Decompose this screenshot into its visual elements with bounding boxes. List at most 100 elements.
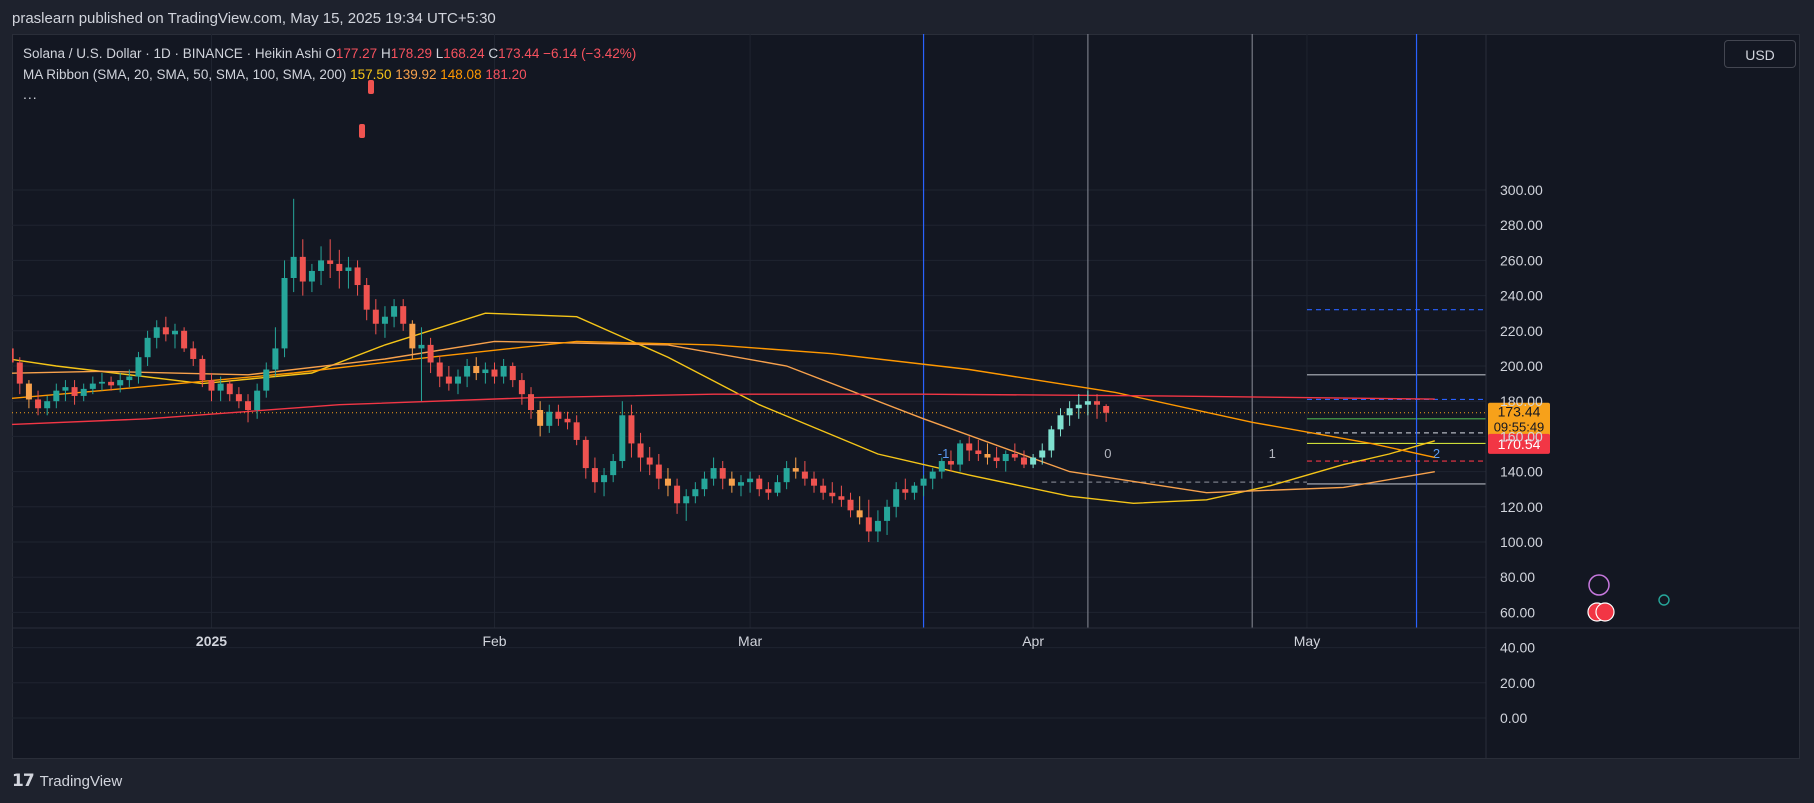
ma-ribbon-label[interactable]: MA Ribbon (SMA, 20, SMA, 50, SMA, 100, S… [23, 67, 346, 82]
candle-body [1002, 454, 1009, 462]
candle-body [153, 327, 160, 338]
legend-more-button[interactable]: ... [23, 86, 38, 102]
y-tick-label: 140.00 [1500, 464, 1543, 480]
low-value: 168.24 [443, 46, 485, 61]
y-tick-label: 100.00 [1500, 534, 1543, 550]
candle-body [44, 401, 51, 409]
candle-body [674, 485, 681, 504]
candle-body [966, 443, 973, 451]
candle-body [35, 399, 42, 409]
candle-body [984, 454, 991, 458]
price-axis: 0.00 20.00 40.00 60.00 80.00 100.00 120.00 140.… [1485, 34, 1543, 759]
y-tick-label: 180.00 [1500, 393, 1543, 409]
candle-body [591, 468, 598, 483]
change-value: −6.14 (−3.42%) [543, 46, 637, 61]
candle-body [372, 309, 379, 324]
y-tick-label: 80.00 [1500, 569, 1535, 585]
candle-body [884, 506, 891, 521]
candle-body [518, 380, 525, 395]
candle-body [25, 383, 32, 400]
tradingview-brand[interactable]: 𝟭𝟳 TradingView [12, 771, 122, 791]
us-flag-event-icon[interactable] [1595, 602, 1615, 622]
candle-body [655, 464, 662, 479]
candle-body [108, 381, 115, 386]
candles [12, 198, 1110, 542]
candle-body [1066, 408, 1073, 416]
candle-body [1030, 457, 1037, 465]
candle-body [1084, 401, 1091, 405]
y-tick-label: 280.00 [1500, 217, 1543, 233]
y-tick-label: 160.00 [1500, 428, 1543, 444]
candle-body [601, 475, 608, 483]
symbol-name[interactable]: Solana / U.S. Dollar · 1D · BINANCE · He… [23, 46, 322, 61]
candle-body [619, 415, 626, 462]
y-tick-label: 200.00 [1500, 358, 1543, 374]
candle-body [308, 270, 315, 282]
y-tick-label: 20.00 [1500, 675, 1535, 691]
candle-body [1094, 401, 1101, 405]
candle-body [637, 443, 644, 458]
candle-body [1075, 404, 1082, 409]
candle-body [1103, 406, 1110, 413]
candle-body [391, 306, 398, 317]
candle-body [445, 376, 452, 384]
candle-body [12, 348, 14, 363]
candle-body [272, 348, 279, 370]
candle-body [263, 369, 270, 391]
open-value: 177.27 [335, 46, 378, 61]
candle-body [299, 256, 306, 282]
candle-body [683, 496, 690, 504]
price-chart[interactable]: -1 0 1 2 173.4409:55:49170.54 0.00 20.00 40.0… [12, 34, 1800, 759]
candle-body [920, 478, 927, 486]
candle-body [893, 489, 900, 507]
candle-body [418, 344, 425, 349]
candle-body [171, 330, 178, 335]
candle-body [874, 520, 881, 532]
x-tick-label: May [1294, 633, 1320, 649]
flag-marker-icon[interactable] [359, 124, 365, 138]
currency-button[interactable]: USD [1724, 40, 1796, 68]
open-label: O [325, 46, 336, 61]
candle-body [208, 380, 215, 391]
x-tick-label: Mar [738, 633, 762, 649]
candle-body [400, 306, 407, 324]
y-tick-label: 240.00 [1500, 288, 1543, 304]
candle-body [847, 499, 854, 511]
candle-body [318, 260, 325, 271]
candle-body [1057, 415, 1064, 430]
candle-body [117, 380, 124, 386]
session-icon[interactable] [1658, 594, 1670, 606]
candle-body [327, 260, 334, 264]
candle-body [564, 418, 571, 423]
lightning-event-icon[interactable] [1588, 574, 1610, 596]
candle-body [737, 482, 744, 486]
candle-body [582, 439, 589, 469]
tradingview-logo-icon: 𝟭𝟳 [12, 771, 35, 790]
x-tick-label: Feb [482, 633, 506, 649]
candle-body [710, 468, 717, 479]
candle-body [1020, 457, 1027, 465]
candle-body [555, 411, 562, 419]
candle-body [500, 366, 507, 377]
candle-body [53, 390, 60, 402]
x-tick-label: 2025 [196, 633, 227, 649]
candle-body [947, 461, 954, 465]
ma200-value: 181.20 [485, 67, 527, 82]
candle-body [573, 422, 580, 440]
cycle-label: 1 [1269, 446, 1276, 461]
candle-body [345, 267, 352, 271]
candle-body [774, 482, 781, 493]
candle-body [235, 394, 242, 402]
candle-body [436, 362, 443, 377]
candle-body [929, 471, 936, 479]
candle-body [62, 387, 69, 391]
candle-body [217, 383, 224, 391]
ma-line [12, 340, 1435, 459]
candle-body [938, 461, 945, 472]
candle-body [135, 357, 142, 377]
x-tick-label: Apr [1022, 633, 1044, 649]
candle-body [765, 489, 772, 493]
flag-marker-icon[interactable] [368, 80, 374, 94]
candle-body [491, 369, 498, 377]
candle-body [71, 387, 78, 396]
